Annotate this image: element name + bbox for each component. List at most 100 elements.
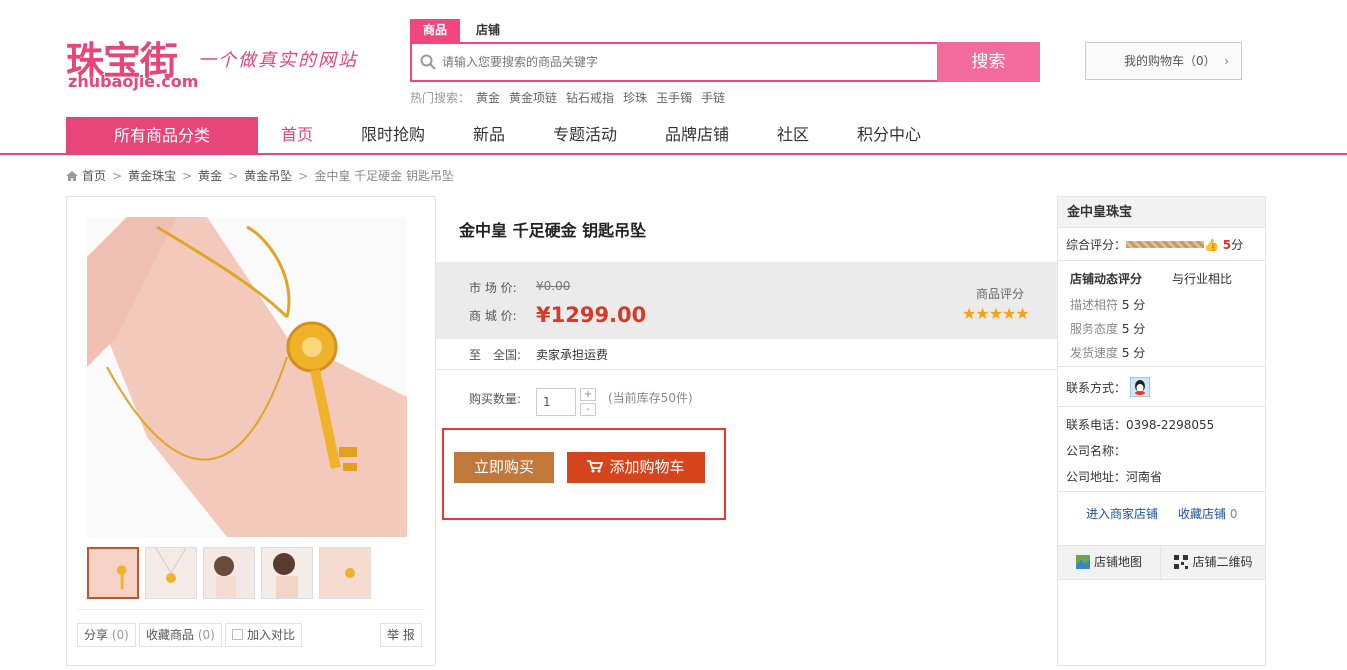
thumbs-up-icon: 👍	[1204, 238, 1219, 252]
nav-points[interactable]: 积分中心	[857, 117, 921, 153]
service-score: 5 分	[1121, 322, 1146, 336]
overall-rating: 综合评分： 👍 5分	[1066, 236, 1243, 253]
breadcrumb-item[interactable]: 黄金吊坠	[244, 169, 292, 183]
cart-icon	[587, 460, 604, 473]
quantity-minus-button[interactable]: -	[580, 403, 596, 416]
favorite-label: 收藏商品	[146, 628, 195, 642]
hot-term[interactable]: 钻石戒指	[566, 91, 614, 105]
favorite-count: (0)	[197, 628, 215, 642]
product-rating-label: 商品评分	[976, 287, 1025, 301]
overall-score: 5	[1222, 238, 1232, 252]
enter-shop-link[interactable]: 进入商家店铺	[1086, 505, 1158, 522]
breadcrumb-separator: >	[182, 169, 193, 183]
contact-row: 联系方式：	[1066, 377, 1150, 397]
company-address: 公司地址：河南省	[1066, 470, 1163, 484]
rating-bar	[1126, 241, 1205, 248]
favorite-product-button[interactable]: 收藏商品 (0)	[139, 623, 222, 647]
hot-term[interactable]: 黄金项链	[509, 91, 557, 105]
add-to-cart-label: 添加购物车	[609, 458, 685, 476]
add-to-cart-button[interactable]: 添加购物车	[567, 452, 705, 483]
shop-price: ¥1299.00	[536, 303, 647, 327]
desc-rating: 描述相符 5 分	[1070, 296, 1145, 313]
nav-brand-shops[interactable]: 品牌店铺	[665, 117, 729, 153]
hot-search-label: 热门搜索：	[410, 91, 471, 105]
share-count: (0)	[111, 628, 129, 642]
all-categories-button[interactable]: 所有商品分类	[66, 117, 258, 154]
logo-en[interactable]: zhubaojie.com	[68, 72, 198, 91]
breadcrumb-separator: >	[112, 169, 123, 183]
nav-home[interactable]: 首页	[281, 117, 313, 153]
delivery-score: 5 分	[1121, 346, 1146, 360]
chevron-right-icon: ›	[1224, 54, 1229, 68]
favorite-shop-link[interactable]: 收藏店铺 0	[1178, 505, 1237, 522]
divider	[1058, 491, 1265, 492]
nav-divider	[0, 153, 1347, 155]
quantity-plus-button[interactable]: +	[580, 388, 596, 401]
thumbnail-3[interactable]	[203, 547, 255, 599]
ship-note: 卖家承担运费	[536, 348, 609, 362]
thumbnail-2[interactable]	[145, 547, 197, 599]
breadcrumb: 首页 > 黄金珠宝 > 黄金 > 黄金吊坠 > 金中皇 千足硬金 钥匙吊坠	[66, 167, 454, 184]
nav-community[interactable]: 社区	[777, 117, 809, 153]
shop-qrcode-label: 店铺二维码	[1192, 555, 1253, 569]
quantity-label: 购买数量:	[469, 392, 522, 406]
thumbnail-5[interactable]	[319, 547, 371, 599]
divider	[1058, 366, 1265, 367]
cart-button[interactable]: 我的购物车（0） ›	[1085, 42, 1242, 80]
tab-shop-qrcode[interactable]: 店铺二维码	[1162, 546, 1265, 579]
overall-unit: 分	[1231, 238, 1244, 252]
main-product-image[interactable]	[87, 217, 407, 537]
quantity-input[interactable]: 1	[536, 388, 576, 416]
home-icon	[66, 171, 78, 181]
delivery-label: 发货速度	[1070, 346, 1119, 360]
divider	[1058, 260, 1265, 261]
breadcrumb-item[interactable]: 黄金珠宝	[128, 169, 176, 183]
product-title: 金中皇 千足硬金 钥匙吊坠	[459, 221, 647, 240]
share-button[interactable]: 分享 (0)	[77, 623, 136, 647]
market-price-label: 市 场 价:	[469, 281, 517, 295]
industry-compare-label: 与行业相比	[1172, 272, 1233, 286]
hot-term[interactable]: 玉手镯	[656, 91, 692, 105]
search-input[interactable]	[442, 44, 932, 80]
thumbnail-1[interactable]	[87, 547, 139, 599]
rating-stars: ★★★★★	[962, 304, 1030, 323]
report-button[interactable]: 举 报	[380, 623, 422, 647]
desc-score: 5 分	[1121, 298, 1146, 312]
desc-label: 描述相符	[1070, 298, 1119, 312]
shop-phone: 联系电话：0398-2298055	[1066, 418, 1215, 432]
divider	[1058, 406, 1265, 407]
checkbox-icon	[232, 629, 243, 640]
tab-shop-map[interactable]: 店铺地图	[1058, 546, 1161, 579]
contact-label: 联系方式：	[1066, 381, 1127, 395]
shipping-row	[436, 339, 1057, 370]
product-gallery: 分享 (0) 收藏商品 (0) 加入对比 举 报	[66, 196, 435, 666]
share-label: 分享	[84, 628, 109, 642]
hot-term[interactable]: 黄金	[476, 91, 500, 105]
thumbnail-4[interactable]	[261, 547, 313, 599]
qq-chat-icon[interactable]	[1129, 377, 1150, 397]
hot-term[interactable]: 手链	[701, 91, 725, 105]
buy-now-button[interactable]: 立即购买	[454, 452, 554, 483]
ship-to-label: 至 全国:	[469, 348, 522, 362]
hot-term[interactable]: 珍珠	[623, 91, 647, 105]
breadcrumb-home[interactable]: 首页	[82, 169, 106, 183]
nav-flash-sale[interactable]: 限时抢购	[361, 117, 425, 153]
hot-searches: 热门搜索： 黄金 黄金项链 钻石戒指 珍珠 玉手镯 手链	[410, 89, 734, 106]
search-tab-shops[interactable]: 店铺	[463, 19, 513, 42]
map-icon	[1075, 555, 1090, 569]
slogan: 一个做真实的网站	[198, 50, 358, 71]
shop-tabs: 店铺地图 店铺二维码	[1058, 545, 1265, 580]
service-rating: 服务态度 5 分	[1070, 320, 1145, 337]
breadcrumb-item[interactable]: 黄金	[198, 169, 222, 183]
nav-topics[interactable]: 专题活动	[553, 117, 617, 153]
search-tab-goods[interactable]: 商品	[410, 19, 461, 42]
gallery-divider	[77, 609, 425, 610]
nav-new[interactable]: 新品	[473, 117, 505, 153]
service-label: 服务态度	[1070, 322, 1119, 336]
compare-label: 加入对比	[247, 628, 296, 642]
search-box: 搜索	[410, 42, 1040, 82]
search-button[interactable]: 搜索	[937, 42, 1040, 82]
compare-checkbox[interactable]: 加入对比	[225, 623, 303, 647]
stock-note: (当前库存50件)	[608, 391, 693, 405]
shop-name[interactable]: 金中皇珠宝	[1058, 197, 1265, 228]
